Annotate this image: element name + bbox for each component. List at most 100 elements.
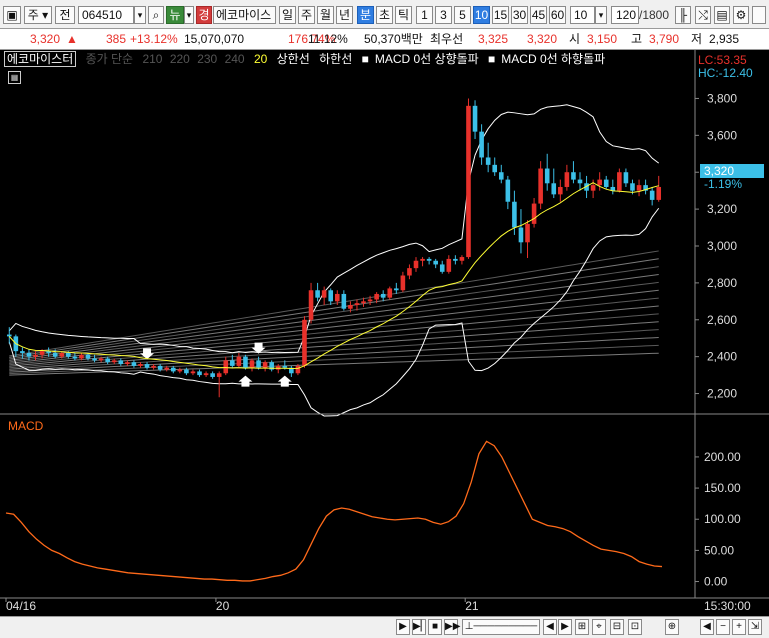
save-icon[interactable]: ▤ xyxy=(714,6,730,24)
candle-body xyxy=(485,157,491,165)
legend-stock-name[interactable]: 에코마이스터 xyxy=(4,51,77,67)
legend-ma-220: 220 xyxy=(169,52,190,66)
candle-body xyxy=(433,260,438,265)
scroll-right-icon[interactable]: ▶ xyxy=(558,619,572,635)
zoom-fit-icon[interactable]: ⊞ xyxy=(575,619,589,635)
interval-dropdown-icon[interactable]: ▾ xyxy=(595,6,607,24)
candle-body xyxy=(321,290,327,298)
warning-button[interactable]: 경 xyxy=(196,6,212,24)
candle-body xyxy=(420,258,425,261)
custom-interval-input[interactable]: 10 xyxy=(570,6,595,24)
candle-body xyxy=(531,203,537,224)
candle-body xyxy=(138,364,143,366)
candle-type-icon[interactable]: ╟ xyxy=(675,6,691,24)
interval-45[interactable]: 45 xyxy=(530,6,547,24)
period-minute[interactable]: 분 xyxy=(357,6,374,24)
crosshair-icon[interactable]: ⌖ xyxy=(592,619,606,635)
period-day[interactable]: 일 xyxy=(279,6,296,24)
candle-body xyxy=(39,351,45,355)
macd-tick-label: 150.00 xyxy=(704,481,741,495)
candle-body xyxy=(230,360,235,366)
candle-body xyxy=(577,179,583,184)
period-select-value: 주 xyxy=(27,8,39,22)
period-second[interactable]: 초 xyxy=(376,6,393,24)
layout-icon[interactable]: ⊡ xyxy=(628,619,642,635)
candle-body xyxy=(498,172,504,180)
interval-60[interactable]: 60 xyxy=(549,6,566,24)
stop-icon[interactable]: ■ xyxy=(428,619,442,635)
count-total: /1800 xyxy=(639,8,670,22)
candle-body xyxy=(157,365,163,370)
candle-body xyxy=(98,358,104,361)
best-ask: 3,325 xyxy=(478,32,509,46)
zoom-out-icon[interactable]: − xyxy=(716,619,730,635)
chevron-down-icon: ▾ xyxy=(38,8,49,22)
indicator-icon[interactable]: ⤭ xyxy=(695,6,711,24)
grid-toggle-icon[interactable]: ▦ xyxy=(8,71,21,84)
candle-body xyxy=(564,172,570,187)
gear-icon[interactable]: ⚙ xyxy=(733,6,749,24)
stock-code-input[interactable]: 064510 xyxy=(78,6,134,24)
news-button[interactable]: 뉴 xyxy=(166,6,184,24)
interval-30[interactable]: 30 xyxy=(511,6,528,24)
code-dropdown-icon[interactable]: ▾ xyxy=(134,6,146,24)
candle-body xyxy=(216,373,222,377)
search-icon[interactable]: ⌕ xyxy=(148,6,164,24)
candle-body xyxy=(118,360,124,365)
price-change: 385 xyxy=(106,32,127,46)
candle-body xyxy=(66,352,71,357)
price-tick-label: 3,800 xyxy=(707,91,737,105)
time-last-label: 15:30:00 xyxy=(704,599,751,613)
chart-canvas[interactable]: 3,8003,6003,4003,2003,0002,8002,6002,400… xyxy=(0,50,769,616)
period-month[interactable]: 월 xyxy=(317,6,334,24)
legend-upper-line: 상한선 xyxy=(276,52,310,66)
interval-3[interactable]: 3 xyxy=(435,6,452,24)
interval-5[interactable]: 5 xyxy=(454,6,471,24)
interval-1[interactable]: 1 xyxy=(416,6,433,24)
candle-body xyxy=(492,164,498,173)
candle-body xyxy=(348,305,353,309)
interval-15[interactable]: 15 xyxy=(492,6,509,24)
interval-10[interactable]: 10 xyxy=(473,6,490,24)
macd-tick-label: 200.00 xyxy=(704,450,741,464)
candle-body xyxy=(472,105,478,132)
news-dropdown-icon[interactable]: ▾ xyxy=(184,6,194,24)
candle-body xyxy=(400,275,406,291)
scroll-left-icon[interactable]: ◀ xyxy=(543,619,557,635)
market-button[interactable]: 전 xyxy=(55,6,75,24)
zoom-in-icon[interactable]: + xyxy=(732,619,746,635)
tool-icon[interactable]: ⊕ xyxy=(665,619,679,635)
price-tick-label: 2,800 xyxy=(707,276,737,290)
candle-body xyxy=(334,293,340,302)
candle-body xyxy=(111,360,117,363)
fast-forward-icon[interactable]: ▶▏ xyxy=(412,619,428,635)
legend-bullet: ■ xyxy=(361,52,369,66)
zoom-slider[interactable]: ⊥───────── xyxy=(462,619,540,635)
lc-label: LC:53.35 xyxy=(698,53,747,67)
macd-tick-label: 50.00 xyxy=(704,543,734,557)
period-year[interactable]: 년 xyxy=(336,6,353,24)
count-input[interactable]: 120 xyxy=(611,6,639,24)
scroll-left-end-icon[interactable]: ◀ xyxy=(700,619,714,635)
price-up-arrow-icon: ▲ xyxy=(66,32,78,46)
next-icon[interactable]: ▶▶ xyxy=(444,619,460,635)
checkbox[interactable] xyxy=(752,6,766,24)
low-label: 저 xyxy=(691,32,703,46)
candle-body xyxy=(505,179,511,202)
toolbar: ▣ 주 ▾ 전 064510 ▾ ⌕ 뉴 ▾ 경 에코마이스 일 주 월 년 분… xyxy=(0,0,769,29)
price-tick-label: 3,200 xyxy=(707,202,737,216)
zoom-out-area-icon[interactable]: ⊟ xyxy=(610,619,624,635)
window-icon[interactable]: ▣ xyxy=(3,6,21,24)
candle-body xyxy=(446,258,452,272)
period-tick[interactable]: 틱 xyxy=(395,6,412,24)
legend-macd-up: MACD 0선 상향돌파 xyxy=(374,52,479,66)
candle-body xyxy=(72,356,78,359)
period-week[interactable]: 주 xyxy=(298,6,315,24)
chart-area[interactable]: 3,8003,6003,4003,2003,0002,8002,6002,400… xyxy=(0,50,769,616)
period-select[interactable]: 주 ▾ xyxy=(24,6,52,24)
candle-body xyxy=(282,365,288,368)
expand-icon[interactable]: ⇲ xyxy=(748,619,762,635)
play-icon[interactable]: ▶ xyxy=(396,619,410,635)
candle-body xyxy=(26,352,32,357)
candle-body xyxy=(466,105,471,258)
